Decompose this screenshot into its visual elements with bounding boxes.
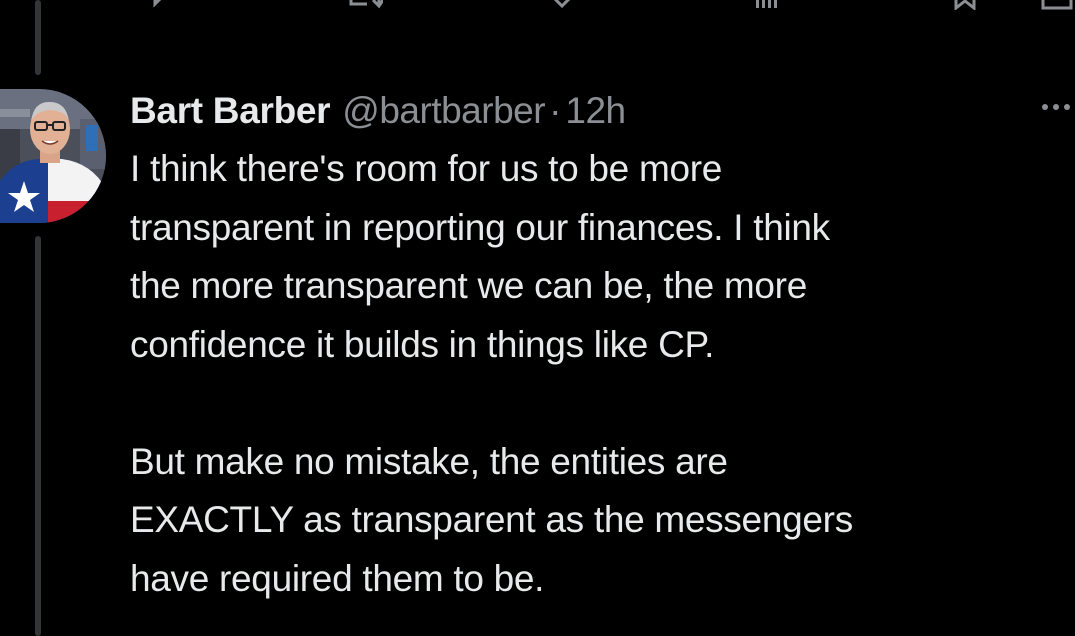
share-button[interactable]	[1035, 0, 1075, 12]
tweet-timestamp[interactable]: 12h	[565, 86, 626, 136]
user-handle[interactable]: @bartbarber	[342, 86, 545, 136]
retweet-button[interactable]	[345, 0, 385, 12]
avatar-photo	[0, 89, 106, 223]
tweet-text: I think there's room for us to be more t…	[130, 140, 1050, 608]
thread-line-below	[35, 236, 41, 636]
retweet-icon	[349, 0, 383, 9]
reply-button[interactable]	[140, 0, 180, 12]
tweet-header: Bart Barber @bartbarber · 12h	[130, 86, 626, 136]
more-horizontal-icon	[1042, 104, 1070, 110]
bookmark-button[interactable]	[945, 0, 985, 12]
share-icon	[1041, 0, 1073, 10]
display-name[interactable]: Bart Barber	[130, 86, 331, 136]
tweet-paragraph-1: I think there's room for us to be more t…	[130, 148, 830, 365]
tweet-paragraph-2: But make no mistake, the entities are EX…	[130, 440, 853, 599]
tweet-action-bar	[0, 0, 1075, 12]
thread-line-above	[35, 0, 41, 75]
like-button[interactable]	[542, 0, 582, 12]
header-separator: ·	[549, 90, 562, 131]
bookmark-icon	[954, 0, 976, 10]
heart-icon	[553, 0, 571, 9]
more-options-button[interactable]	[1036, 92, 1075, 122]
avatar[interactable]	[0, 89, 106, 223]
reply-icon	[153, 0, 162, 8]
bar-chart-icon	[756, 0, 777, 8]
views-button[interactable]	[745, 0, 785, 12]
